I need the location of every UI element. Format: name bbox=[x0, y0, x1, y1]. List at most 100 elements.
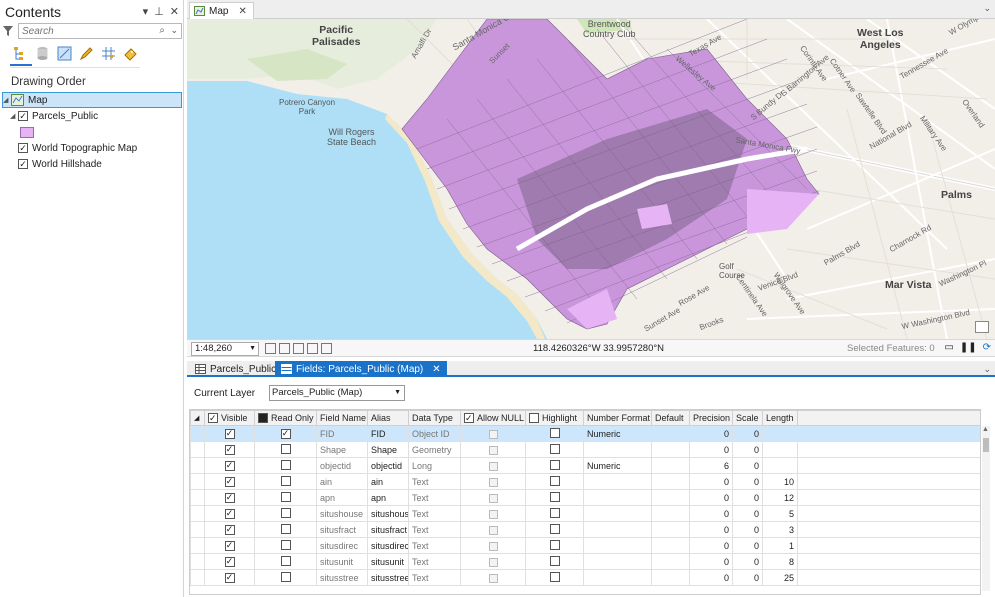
selected-features-count[interactable]: Selected Features: 0 bbox=[847, 343, 935, 354]
length-cell[interactable] bbox=[762, 425, 798, 442]
read-only-checkbox[interactable] bbox=[280, 571, 291, 582]
default-cell[interactable] bbox=[651, 489, 690, 506]
number-format-cell[interactable]: Numeric bbox=[583, 457, 652, 474]
highlight-cell[interactable] bbox=[525, 473, 584, 490]
collapse-icon[interactable]: ◢ bbox=[3, 96, 11, 104]
default-cell[interactable] bbox=[651, 569, 690, 586]
number-format-cell[interactable] bbox=[583, 505, 652, 522]
visible-checkbox[interactable]: ✓ bbox=[224, 556, 235, 567]
precision-cell[interactable]: 0 bbox=[689, 505, 733, 522]
field-name-cell[interactable]: ain bbox=[316, 473, 368, 490]
read-only-cell[interactable] bbox=[254, 489, 317, 506]
number-format-cell[interactable] bbox=[583, 553, 652, 570]
visible-checkbox[interactable]: ✓ bbox=[224, 460, 235, 471]
table-row[interactable]: ✓ situsunit situsunit Text 0 0 8 bbox=[190, 553, 980, 570]
refresh-list-icon[interactable]: ▭ bbox=[944, 342, 953, 353]
scale-cell[interactable]: 0 bbox=[732, 553, 763, 570]
table-row[interactable]: ✓ ain ain Text 0 0 10 bbox=[190, 473, 980, 490]
highlight-cell[interactable] bbox=[525, 553, 584, 570]
length-cell[interactable]: 25 bbox=[762, 569, 798, 586]
read-only-cell[interactable] bbox=[254, 569, 317, 586]
scale-cell[interactable]: 0 bbox=[732, 425, 763, 442]
default-cell[interactable] bbox=[651, 537, 690, 554]
scale-cell[interactable]: 0 bbox=[732, 473, 763, 490]
read-only-checkbox[interactable] bbox=[280, 459, 291, 470]
highlight-checkbox[interactable] bbox=[549, 443, 560, 454]
alias-cell[interactable]: Shape bbox=[367, 441, 409, 458]
allow-null-cell[interactable] bbox=[460, 569, 526, 586]
highlight-cell[interactable] bbox=[525, 425, 584, 442]
precision-cell[interactable]: 0 bbox=[689, 441, 733, 458]
allow-null-cell[interactable] bbox=[460, 457, 526, 474]
navigation-icon[interactable] bbox=[293, 343, 304, 354]
allow-null-cell[interactable] bbox=[460, 521, 526, 538]
column-header-allow-null[interactable]: ✓ Allow NULL bbox=[460, 410, 526, 426]
highlight-cell[interactable] bbox=[525, 505, 584, 522]
field-name-cell[interactable]: situshouse bbox=[316, 505, 368, 522]
alias-cell[interactable]: situsstree bbox=[367, 569, 409, 586]
scale-dropdown[interactable]: 1:48,260 ▼ bbox=[191, 342, 259, 356]
scale-cell[interactable]: 0 bbox=[732, 441, 763, 458]
pause-icon[interactable]: ❚❚ bbox=[960, 342, 977, 353]
field-name-cell[interactable]: FID bbox=[316, 425, 368, 442]
read-only-cell[interactable] bbox=[254, 537, 317, 554]
alias-cell[interactable]: objectid bbox=[367, 457, 409, 474]
data-type-cell[interactable]: Long bbox=[408, 457, 461, 474]
tree-item-map[interactable]: ◢ Map bbox=[2, 92, 182, 108]
highlight-checkbox[interactable] bbox=[549, 523, 560, 534]
default-cell[interactable] bbox=[651, 553, 690, 570]
visible-checkbox[interactable]: ✓ bbox=[224, 444, 235, 455]
visible-cell[interactable]: ✓ bbox=[204, 441, 255, 458]
current-layer-dropdown[interactable]: Parcels_Public (Map) ▼ bbox=[269, 385, 405, 401]
field-name-cell[interactable]: Shape bbox=[316, 441, 368, 458]
read-only-cell[interactable] bbox=[254, 441, 317, 458]
precision-cell[interactable]: 0 bbox=[689, 489, 733, 506]
highlight-cell[interactable] bbox=[525, 457, 584, 474]
highlight-checkbox[interactable] bbox=[549, 507, 560, 518]
column-header-number-format[interactable]: Number Format bbox=[583, 410, 652, 426]
read-only-checkbox[interactable] bbox=[280, 523, 291, 534]
read-only-checkbox[interactable] bbox=[280, 555, 291, 566]
scale-cell[interactable]: 0 bbox=[732, 457, 763, 474]
number-format-cell[interactable] bbox=[583, 521, 652, 538]
length-cell[interactable]: 1 bbox=[762, 537, 798, 554]
data-type-cell[interactable]: Text bbox=[408, 473, 461, 490]
visibility-checkbox[interactable]: ✓ bbox=[18, 111, 28, 121]
default-cell[interactable] bbox=[651, 425, 690, 442]
field-name-cell[interactable]: situsstree bbox=[316, 569, 368, 586]
highlight-checkbox[interactable] bbox=[549, 491, 560, 502]
scale-cell[interactable]: 0 bbox=[732, 489, 763, 506]
field-name-cell[interactable]: apn bbox=[316, 489, 368, 506]
allow-null-cell[interactable] bbox=[460, 425, 526, 442]
data-type-cell[interactable]: Text bbox=[408, 537, 461, 554]
read-only-cell[interactable] bbox=[254, 521, 317, 538]
alias-cell[interactable]: FID bbox=[367, 425, 409, 442]
visible-checkbox[interactable]: ✓ bbox=[224, 508, 235, 519]
field-name-cell[interactable]: situsdirec bbox=[316, 537, 368, 554]
data-type-cell[interactable]: Text bbox=[408, 521, 461, 538]
grid-icon[interactable] bbox=[265, 343, 276, 354]
read-only-cell[interactable] bbox=[254, 553, 317, 570]
table-row[interactable]: ✓situshousesitushouseText005 bbox=[190, 505, 980, 522]
precision-cell[interactable]: 0 bbox=[689, 553, 733, 570]
allow-null-cell[interactable] bbox=[460, 441, 526, 458]
list-by-labeling-icon[interactable] bbox=[122, 45, 138, 61]
visible-checkbox[interactable]: ✓ bbox=[224, 428, 235, 439]
list-by-editing-icon[interactable] bbox=[78, 45, 94, 61]
default-cell[interactable] bbox=[651, 457, 690, 474]
alias-cell[interactable]: ain bbox=[367, 473, 409, 490]
visible-checkbox[interactable]: ✓ bbox=[224, 524, 235, 535]
read-only-checkbox[interactable] bbox=[280, 539, 291, 550]
visible-cell[interactable]: ✓ bbox=[204, 569, 255, 586]
precision-cell[interactable]: 0 bbox=[689, 569, 733, 586]
visible-checkbox[interactable]: ✓ bbox=[224, 492, 235, 503]
list-by-source-icon[interactable] bbox=[34, 45, 50, 61]
close-tab-icon[interactable]: ✕ bbox=[432, 364, 440, 375]
read-only-cell[interactable] bbox=[254, 457, 317, 474]
data-type-cell[interactable]: Text bbox=[408, 489, 461, 506]
table-row[interactable]: ✓ situsdirec situsdirec Text 0 0 1 bbox=[190, 537, 980, 554]
alias-cell[interactable]: apn bbox=[367, 489, 409, 506]
scroll-up-icon[interactable]: ▲ bbox=[982, 426, 989, 433]
highlight-checkbox[interactable] bbox=[549, 427, 560, 438]
number-format-cell[interactable] bbox=[583, 569, 652, 586]
